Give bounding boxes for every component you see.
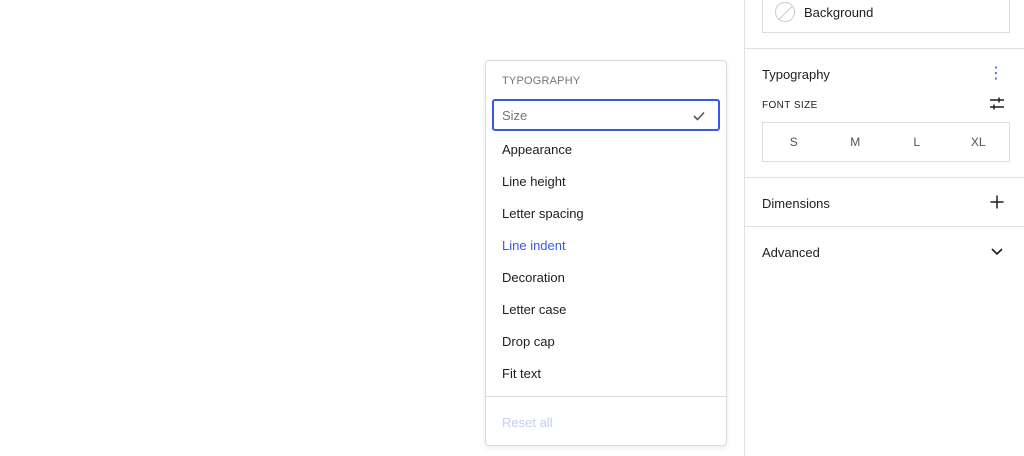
kebab-menu-icon[interactable]: ⋮ bbox=[988, 65, 1004, 83]
divider bbox=[745, 48, 1024, 49]
reset-all-button[interactable]: Reset all bbox=[502, 415, 553, 430]
font-size-picker: S M L XL bbox=[762, 122, 1010, 162]
advanced-panel-title[interactable]: Advanced bbox=[762, 245, 820, 260]
check-icon bbox=[693, 111, 705, 121]
chevron-down-icon[interactable] bbox=[990, 244, 1004, 258]
typography-options-dropdown: TYPOGRAPHY Size Appearance Line height L… bbox=[485, 60, 727, 446]
background-color-item[interactable]: Background bbox=[762, 0, 1010, 33]
menu-item-label: Size bbox=[502, 107, 528, 123]
divider bbox=[745, 226, 1024, 227]
menu-item-size[interactable]: Size bbox=[492, 99, 720, 131]
menu-item-letter-spacing[interactable]: Letter spacing bbox=[492, 197, 720, 229]
divider bbox=[745, 177, 1024, 178]
dimensions-panel-title[interactable]: Dimensions bbox=[762, 196, 830, 211]
no-color-swatch-icon bbox=[775, 2, 795, 22]
font-size-option-l[interactable]: L bbox=[886, 123, 948, 161]
menu-item-decoration[interactable]: Decoration bbox=[492, 261, 720, 293]
font-size-option-m[interactable]: M bbox=[825, 123, 887, 161]
menu-item-line-indent[interactable]: Line indent bbox=[492, 229, 720, 261]
dropdown-heading: TYPOGRAPHY bbox=[502, 75, 581, 87]
menu-item-appearance[interactable]: Appearance bbox=[492, 133, 720, 165]
font-size-option-s[interactable]: S bbox=[763, 123, 825, 161]
settings-sidebar: Background Typography ⋮ FONT SIZE S M L … bbox=[744, 0, 1024, 456]
font-size-option-xl[interactable]: XL bbox=[948, 123, 1010, 161]
menu-item-drop-cap[interactable]: Drop cap bbox=[492, 325, 720, 357]
sliders-icon[interactable] bbox=[989, 96, 1005, 112]
menu-item-fit-text[interactable]: Fit text bbox=[492, 357, 720, 389]
typography-panel-title: Typography bbox=[762, 67, 830, 82]
plus-icon[interactable] bbox=[989, 194, 1005, 210]
menu-item-line-height[interactable]: Line height bbox=[492, 165, 720, 197]
menu-item-letter-case[interactable]: Letter case bbox=[492, 293, 720, 325]
font-size-label: FONT SIZE bbox=[762, 100, 818, 111]
dropdown-divider bbox=[486, 396, 726, 397]
background-label: Background bbox=[804, 4, 874, 20]
